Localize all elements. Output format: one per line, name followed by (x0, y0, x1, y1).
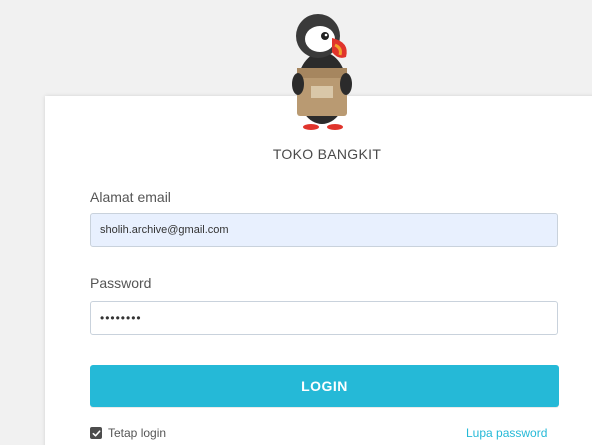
checkmark-icon (92, 429, 100, 437)
password-label: Password (90, 275, 152, 291)
puffin-mascot-icon (292, 14, 352, 130)
email-label: Alamat email (90, 189, 171, 205)
forgot-password-link[interactable]: Lupa password (466, 426, 547, 440)
remember-login-option[interactable]: Tetap login (90, 426, 166, 440)
password-field[interactable]: •••••••• (90, 301, 558, 335)
login-page: TOKO BANGKIT Alamat email sholih.archive… (0, 0, 592, 445)
remember-checkbox[interactable] (90, 427, 102, 439)
login-button[interactable]: LOGIN (90, 365, 559, 407)
email-field[interactable]: sholih.archive@gmail.com (90, 213, 558, 247)
shop-name: TOKO BANGKIT (272, 146, 382, 162)
remember-label: Tetap login (108, 426, 167, 440)
